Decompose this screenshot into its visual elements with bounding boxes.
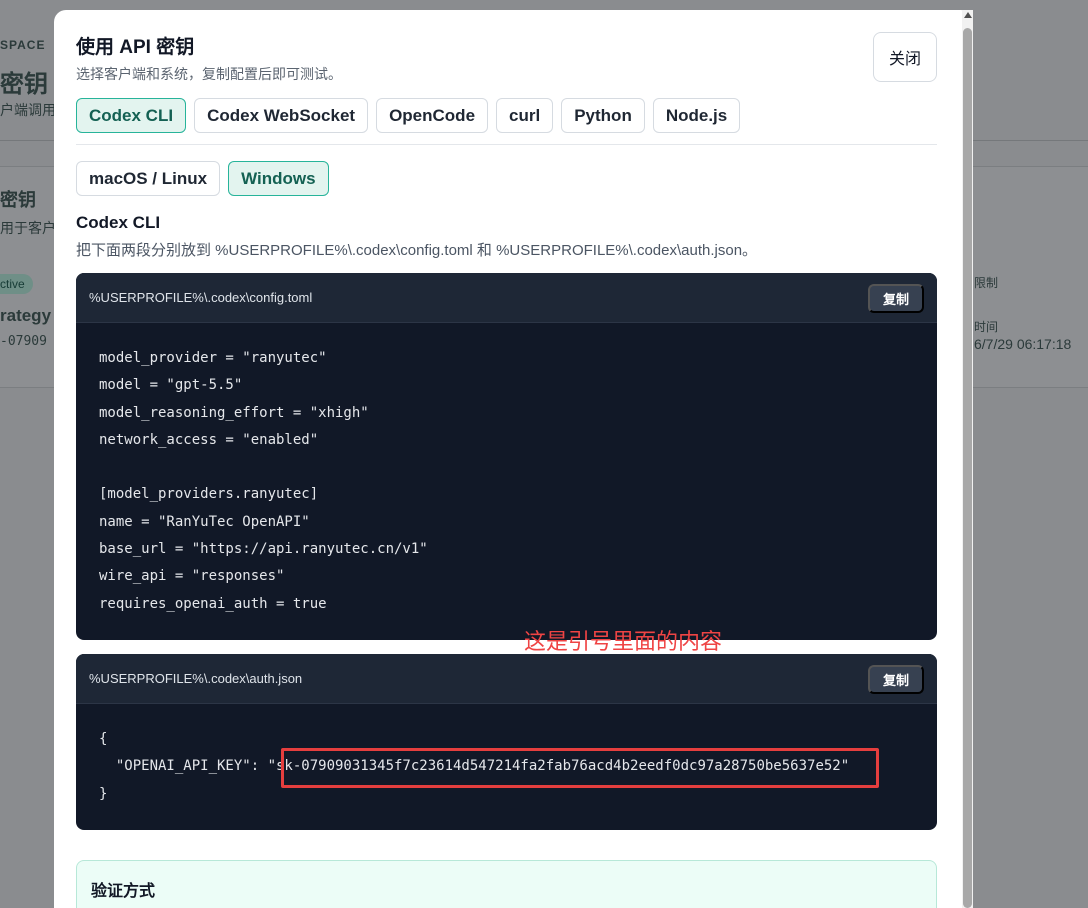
workspace-label: SPACE <box>0 38 46 52</box>
verify-title: 验证方式 <box>91 883 156 900</box>
tab-macos-linux[interactable]: macOS / Linux <box>76 161 221 196</box>
scroll-up-arrow-icon[interactable] <box>964 12 972 18</box>
divider <box>76 144 937 145</box>
client-tabs: Codex CLI Codex WebSocket OpenCode curl … <box>76 98 741 133</box>
code-line: [model_providers.ranyutec] <box>99 486 319 503</box>
auth-code-block: %USERPROFILE%\.codex\auth.json 复制 { "OPE… <box>76 654 937 830</box>
tab-codex-cli[interactable]: Codex CLI <box>76 98 187 133</box>
api-key-highlight-box <box>281 748 879 788</box>
section-title: Codex CLI <box>76 213 161 232</box>
strategy-text: rategy <box>0 306 52 325</box>
modal-subtitle: 选择客户端和系统，复制配置后即可测试。 <box>76 66 342 82</box>
os-tabs: macOS / Linux Windows <box>76 161 329 196</box>
time-label: 时间 <box>974 320 999 334</box>
api-key-usage-modal: 使用 API 密钥 选择客户端和系统，复制配置后即可测试。 关闭 Codex C… <box>54 10 973 908</box>
config-code-block: %USERPROFILE%\.codex\config.toml 复制 mode… <box>76 273 937 640</box>
auth-file-path: %USERPROFILE%\.codex\auth.json <box>89 671 303 686</box>
close-button[interactable]: 关闭 <box>873 32 937 82</box>
tab-nodejs[interactable]: Node.js <box>652 98 741 133</box>
tab-python[interactable]: Python <box>561 98 645 133</box>
scroll-thumb[interactable] <box>963 28 972 908</box>
tab-curl[interactable]: curl <box>496 98 554 133</box>
config-code[interactable]: model_provider = "ranyutec" model = "gpt… <box>76 323 937 640</box>
card-title: 密钥 <box>0 190 36 210</box>
code-line: model_provider = "ranyutec" <box>99 350 327 366</box>
modal-title: 使用 API 密钥 <box>76 37 195 58</box>
verify-section: 验证方式 <box>76 860 937 908</box>
code-line: model_reasoning_effort = "xhigh" <box>99 404 369 421</box>
card-subtitle: 用于客户 <box>0 220 56 236</box>
scrollbar[interactable] <box>962 10 973 908</box>
time-value: 6/7/29 06:17:18 <box>974 336 1072 352</box>
copy-auth-button[interactable]: 复制 <box>868 665 924 694</box>
code-line: wire_api = "responses" <box>99 568 285 585</box>
page-subtitle: 户端调用 <box>0 102 56 118</box>
key-prefix: -07909 <box>0 334 47 349</box>
status-badge: ctive <box>0 274 33 294</box>
copy-config-button[interactable]: 复制 <box>868 284 924 313</box>
tab-opencode[interactable]: OpenCode <box>376 98 489 133</box>
code-block-header: %USERPROFILE%\.codex\auth.json 复制 <box>76 654 937 704</box>
code-line: requires_openai_auth = true <box>99 595 327 612</box>
annotation-text: 这是引号里面的内容 <box>524 629 723 654</box>
code-line: name = "RanYuTec OpenAPI" <box>99 513 310 530</box>
limit-label: 限制 <box>974 276 999 290</box>
code-line: network_access = "enabled" <box>99 431 319 448</box>
code-line: base_url = "https://api.ranyutec.cn/v1" <box>99 541 428 558</box>
section-description: 把下面两段分别放到 %USERPROFILE%\.codex\config.to… <box>76 242 758 259</box>
tab-windows[interactable]: Windows <box>228 161 329 196</box>
code-block-header: %USERPROFILE%\.codex\config.toml 复制 <box>76 273 937 323</box>
code-line: model = "gpt-5.5" <box>99 377 243 394</box>
config-file-path: %USERPROFILE%\.codex\config.toml <box>89 290 313 305</box>
tab-codex-websocket[interactable]: Codex WebSocket <box>194 98 369 133</box>
page-title: 密钥 <box>0 71 48 98</box>
